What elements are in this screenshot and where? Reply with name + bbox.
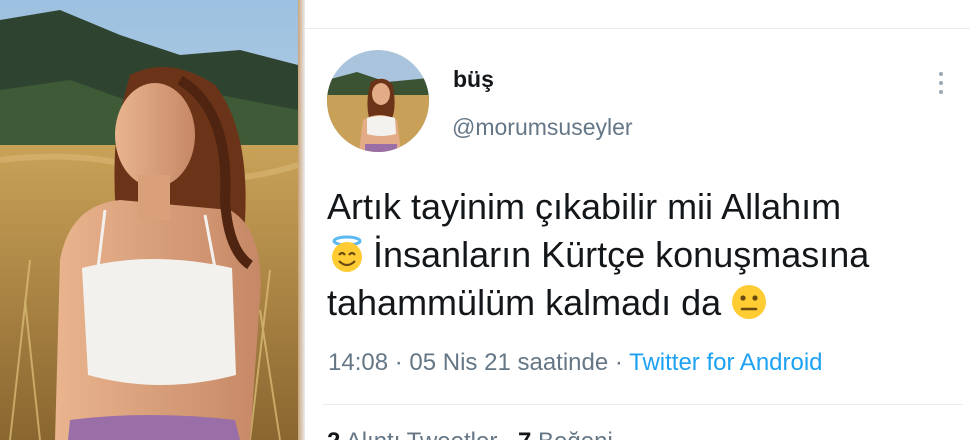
tweet-line-1: Artık tayinim çıkabilir mii Allahım	[327, 186, 842, 227]
likes-count: 7	[518, 428, 531, 440]
tweet-text: Artık tayinim çıkabilir mii Allahım İnsa…	[327, 183, 967, 327]
tweet-line-3-text: tahammülüm kalmadı da	[327, 282, 722, 323]
tweet-time[interactable]: 14:08	[328, 349, 388, 376]
more-vertical-icon[interactable]	[925, 66, 957, 100]
stats-divider	[323, 404, 963, 405]
likes-label: Beğeni	[538, 428, 613, 440]
likes-stat[interactable]: 7 Beğeni	[518, 428, 613, 440]
avatar[interactable]	[327, 50, 429, 152]
smiling-face-with-halo-icon	[332, 235, 362, 272]
tweet-date[interactable]: 05 Nis 21 saatinde	[409, 349, 608, 376]
meta-separator-2: ·	[614, 349, 623, 376]
top-divider	[305, 28, 970, 29]
neutral-face-icon	[732, 285, 767, 319]
tweet-line-3: tahammülüm kalmadı da	[327, 279, 967, 327]
photo-divider	[298, 0, 305, 440]
quote-tweets-count: 2	[327, 428, 340, 440]
profile-photo	[0, 0, 298, 440]
meta-separator-1: ·	[394, 349, 403, 376]
user-handle[interactable]: @morumsuseyler	[452, 114, 633, 141]
tweet-meta: 14:08 · 05 Nis 21 saatinde · Twitter for…	[328, 349, 823, 377]
tweet-client-link[interactable]: Twitter for Android	[629, 349, 822, 376]
tweet-stats: 2 Alıntı Tweetler 7 Beğeni	[327, 428, 627, 440]
quote-tweets-label: Alıntı Tweetler	[346, 428, 498, 440]
tweet-line-2-text: İnsanların Kürtçe konuşmasına	[373, 234, 870, 275]
tweet-card[interactable]: büş @morumsuseyler Artık tayinim çıkabil…	[305, 0, 970, 440]
display-name[interactable]: büş	[453, 66, 494, 93]
quote-tweets-stat[interactable]: 2 Alıntı Tweetler	[327, 428, 504, 440]
tweet-line-2: İnsanların Kürtçe konuşmasına	[327, 231, 967, 279]
